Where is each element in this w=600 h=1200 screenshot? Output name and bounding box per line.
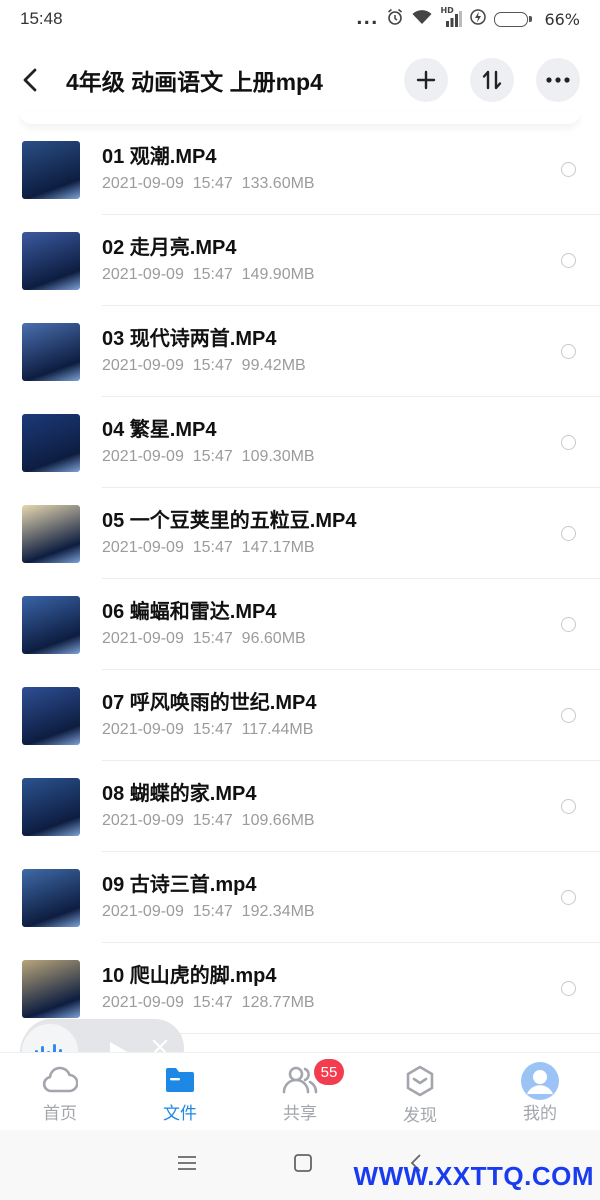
select-checkbox[interactable] (561, 162, 576, 177)
page-title: 4年级 动画语文 上册mp4 (66, 69, 323, 95)
charging-icon (470, 8, 487, 31)
battery-icon (494, 11, 533, 27)
cell-signal-icon: HD (440, 6, 463, 27)
sort-button[interactable] (470, 58, 514, 102)
avatar (521, 1062, 559, 1100)
file-list: 01 观潮.MP4 2021-09-09 15:47 133.60MB 02 走月… (0, 124, 600, 1034)
list-item[interactable]: 09 古诗三首.mp4 2021-09-09 15:47 192.34MB (0, 852, 600, 943)
select-checkbox[interactable] (561, 981, 576, 996)
file-meta: 2021-09-09 15:47 117.44MB (102, 720, 314, 738)
discover-cube-icon (406, 1065, 434, 1097)
file-name: 05 一个豆荚里的五粒豆.MP4 (102, 509, 357, 532)
status-bar: 15:48 ... HD 66% (0, 0, 600, 38)
bottom-nav: 首页 文件 共享 55 发现 我的 (0, 1052, 600, 1130)
watermark: WWW.XXTTQ.COM (353, 1161, 594, 1191)
select-checkbox[interactable] (561, 344, 576, 359)
nav-discover[interactable]: 发现 (360, 1053, 480, 1130)
file-meta: 2021-09-09 15:47 133.60MB (102, 174, 315, 192)
list-item[interactable]: 04 繁星.MP4 2021-09-09 15:47 109.30MB (0, 397, 600, 488)
video-thumbnail (22, 868, 80, 927)
video-thumbnail (22, 413, 80, 472)
file-meta: 2021-09-09 15:47 96.60MB (102, 629, 306, 647)
select-checkbox[interactable] (561, 799, 576, 814)
home-square-icon[interactable] (293, 1153, 313, 1177)
select-checkbox[interactable] (561, 253, 576, 268)
back-arrow-icon (23, 68, 37, 92)
nav-me[interactable]: 我的 (480, 1053, 600, 1130)
menu-icon[interactable] (177, 1155, 197, 1175)
video-thumbnail (22, 231, 80, 290)
video-thumbnail (22, 595, 80, 654)
wifi-icon (412, 9, 432, 30)
header-shadow (20, 112, 580, 124)
list-item[interactable]: 05 一个豆荚里的五粒豆.MP4 2021-09-09 15:47 147.17M… (0, 488, 600, 579)
select-checkbox[interactable] (561, 617, 576, 632)
list-item[interactable]: 01 观潮.MP4 2021-09-09 15:47 133.60MB (0, 124, 600, 215)
status-icons: ... HD 66% (356, 6, 580, 31)
video-thumbnail (22, 504, 80, 563)
file-name: 10 爬山虎的脚.mp4 (102, 964, 277, 987)
nav-label: 首页 (43, 1104, 77, 1124)
file-meta: 2021-09-09 15:47 109.30MB (102, 447, 315, 465)
file-meta: 2021-09-09 15:47 192.34MB (102, 902, 315, 920)
file-name: 03 现代诗两首.MP4 (102, 327, 277, 350)
file-name: 04 繁星.MP4 (102, 418, 217, 441)
nav-files[interactable]: 文件 (120, 1053, 240, 1130)
file-meta: 2021-09-09 15:47 149.90MB (102, 265, 315, 283)
nav-label: 共享 (283, 1104, 317, 1124)
more-icon (546, 77, 570, 83)
list-item[interactable]: 06 蝙蝠和雷达.MP4 2021-09-09 15:47 96.60MB (0, 579, 600, 670)
list-item[interactable]: 03 现代诗两首.MP4 2021-09-09 15:47 99.42MB (0, 306, 600, 397)
select-checkbox[interactable] (561, 435, 576, 450)
plus-icon (416, 70, 436, 90)
add-button[interactable] (404, 58, 448, 102)
nav-label: 我的 (523, 1104, 557, 1124)
header-actions (404, 58, 580, 102)
file-meta: 2021-09-09 15:47 109.66MB (102, 811, 315, 829)
file-name: 07 呼风唤雨的世纪.MP4 (102, 691, 317, 714)
video-thumbnail (22, 959, 80, 1018)
video-thumbnail (22, 686, 80, 745)
list-item[interactable]: 02 走月亮.MP4 2021-09-09 15:47 149.90MB (0, 215, 600, 306)
file-name: 01 观潮.MP4 (102, 145, 217, 168)
file-name: 06 蝙蝠和雷达.MP4 (102, 600, 277, 623)
nav-label: 发现 (403, 1106, 437, 1126)
file-meta: 2021-09-09 15:47 147.17MB (102, 538, 315, 556)
file-meta: 2021-09-09 15:47 99.42MB (102, 356, 306, 374)
app-header: 4年级 动画语文 上册mp4 (0, 40, 600, 120)
video-thumbnail (22, 322, 80, 381)
nav-share[interactable]: 共享 55 (240, 1053, 360, 1130)
back-button[interactable] (22, 60, 52, 100)
notification-badge: 55 (314, 1059, 344, 1085)
list-item[interactable]: 07 呼风唤雨的世纪.MP4 2021-09-09 15:47 117.44MB (0, 670, 600, 761)
video-thumbnail (22, 777, 80, 836)
cloud-icon (42, 1066, 78, 1093)
more-dots: ... (356, 9, 379, 29)
more-button[interactable] (536, 58, 580, 102)
battery-percent: 66% (544, 9, 580, 29)
file-name: 02 走月亮.MP4 (102, 236, 237, 259)
nav-home[interactable]: 首页 (0, 1053, 120, 1130)
file-name: 09 古诗三首.mp4 (102, 873, 257, 896)
video-thumbnail (22, 140, 80, 199)
select-checkbox[interactable] (561, 526, 576, 541)
list-item[interactable]: 08 蝴蝶的家.MP4 2021-09-09 15:47 109.66MB (0, 761, 600, 852)
select-checkbox[interactable] (561, 708, 576, 723)
sort-icon (482, 70, 502, 90)
file-name: 08 蝴蝶的家.MP4 (102, 782, 257, 805)
select-checkbox[interactable] (561, 890, 576, 905)
folder-icon (166, 1068, 194, 1092)
status-time: 15:48 (20, 9, 63, 28)
file-meta: 2021-09-09 15:47 128.77MB (102, 993, 315, 1011)
nav-label: 文件 (163, 1104, 197, 1124)
alarm-icon (386, 8, 404, 31)
